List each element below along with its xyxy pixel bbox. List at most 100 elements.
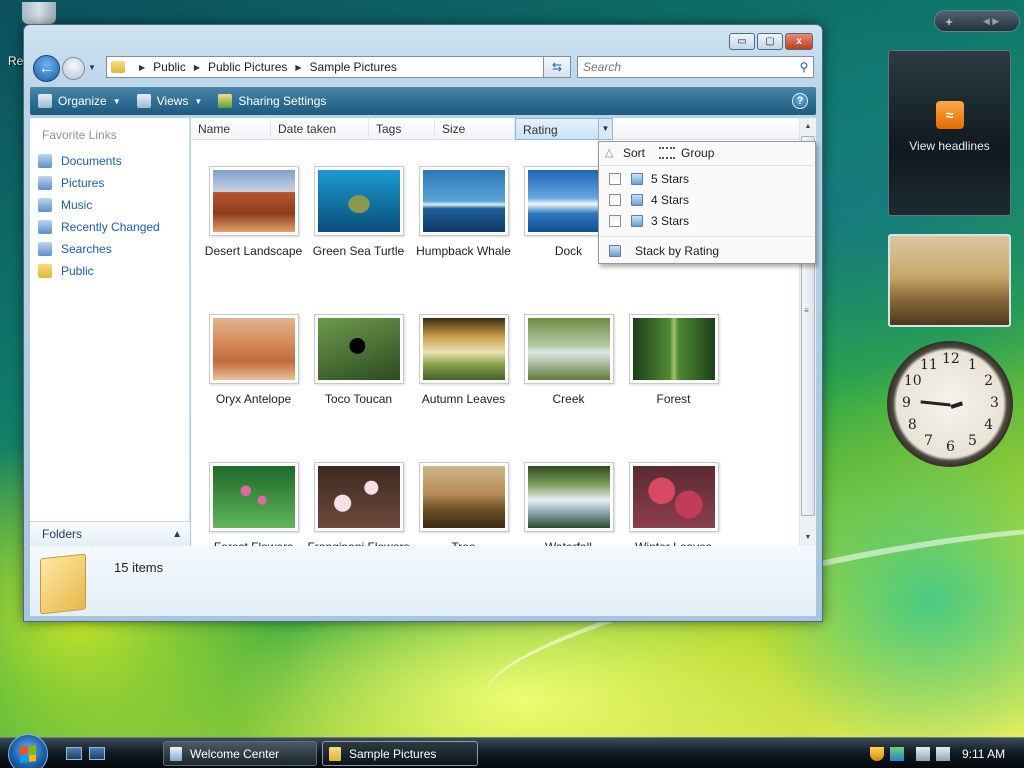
folder-icon — [329, 746, 341, 761]
sidebar-item-pictures[interactable]: Pictures — [30, 172, 189, 194]
clock-time[interactable]: 9:11 AM — [962, 747, 1005, 761]
history-dropdown-icon[interactable]: ▼ — [88, 63, 96, 72]
security-shield-icon[interactable] — [870, 746, 884, 761]
close-button[interactable]: x — [785, 33, 813, 50]
file-name-label: Humpback Whale — [416, 244, 511, 258]
filter-checkbox[interactable] — [609, 215, 621, 227]
chevron-up-icon: ▲ — [172, 528, 182, 540]
column-filter-dropdown-icon[interactable]: ▼ — [598, 119, 612, 139]
windows-sidebar-icon[interactable] — [890, 746, 904, 761]
file-tile[interactable]: Waterfall — [516, 462, 621, 546]
organize-button[interactable]: Organize ▼ — [30, 87, 129, 115]
file-thumbnail[interactable] — [628, 462, 719, 532]
file-tile[interactable]: Autumn Leaves — [411, 314, 516, 462]
search-input[interactable] — [578, 60, 795, 74]
start-button[interactable] — [8, 734, 48, 768]
add-gadget-button[interactable]: + — [935, 14, 963, 29]
clock-gadget[interactable]: 12 1 2 3 4 5 6 7 8 9 10 11 — [887, 341, 1013, 467]
music-icon — [38, 198, 52, 212]
sidebar-item-public[interactable]: Public — [30, 260, 189, 282]
sidebar-item-recently-changed[interactable]: Recently Changed — [30, 216, 189, 238]
network-icon[interactable] — [916, 746, 930, 761]
search-icon[interactable]: ⚲ — [795, 60, 813, 74]
file-thumbnail[interactable] — [313, 462, 404, 532]
file-tile[interactable]: Forest — [621, 314, 726, 462]
file-tile[interactable]: Oryx Antelope — [201, 314, 306, 462]
file-tile[interactable]: Frangipani Flowers — [306, 462, 411, 546]
gadget-nav-arrows[interactable]: ◀ ▶ — [963, 16, 1019, 27]
file-thumbnail[interactable] — [208, 462, 299, 532]
scroll-up-icon[interactable]: ▲ — [800, 118, 816, 135]
scroll-down-icon[interactable]: ▼ — [800, 529, 816, 546]
filter-checkbox[interactable] — [609, 173, 621, 185]
volume-muted-icon[interactable] — [936, 746, 950, 761]
folders-toggle[interactable]: Folders ▲ — [30, 521, 190, 546]
file-thumbnail[interactable] — [418, 314, 509, 384]
file-thumbnail[interactable] — [628, 314, 719, 384]
taskbar-item-welcome-center[interactable]: Welcome Center — [163, 741, 317, 766]
column-date-taken[interactable]: Date taken — [271, 118, 369, 140]
sidebar-item-documents[interactable]: Documents — [30, 150, 189, 172]
filter-option-4-stars[interactable]: 4 Stars — [599, 190, 689, 210]
breadcrumb-chevron-icon[interactable]: ▶ — [295, 63, 301, 72]
file-tile[interactable]: Green Sea Turtle — [306, 166, 411, 314]
maximize-button[interactable]: ▢ — [757, 33, 783, 50]
sharing-settings-button[interactable]: Sharing Settings — [210, 87, 334, 115]
file-thumbnail[interactable] — [313, 314, 404, 384]
back-button[interactable]: ← — [33, 55, 60, 82]
address-bar[interactable]: ▶ Public ▶ Public Pictures ▶ Sample Pict… — [106, 56, 570, 78]
file-name-label: Oryx Antelope — [215, 392, 292, 406]
file-tile[interactable]: Forest Flowers — [201, 462, 306, 546]
group-menu-item[interactable]: Group — [681, 146, 714, 160]
file-tile[interactable]: Humpback Whale — [411, 166, 516, 314]
views-icon — [136, 94, 151, 108]
view-headlines-label[interactable]: View headlines — [909, 139, 990, 153]
breadcrumb-sample-pictures[interactable]: Sample Pictures — [310, 60, 397, 74]
favorite-links-header: Favorite Links — [42, 128, 117, 142]
breadcrumb-public-pictures[interactable]: Public Pictures — [208, 60, 287, 74]
file-tile[interactable]: Winter Leaves — [621, 462, 726, 546]
column-name[interactable]: Name — [191, 118, 271, 140]
recycle-bin-icon[interactable] — [22, 2, 56, 24]
feed-headlines-gadget[interactable]: ≈ View headlines — [888, 50, 1011, 216]
show-desktop-icon[interactable] — [66, 747, 82, 760]
forward-button[interactable] — [62, 57, 85, 80]
file-tile[interactable]: Toco Toucan — [306, 314, 411, 462]
filter-option-5-stars[interactable]: 5 Stars — [599, 169, 689, 189]
minimize-button[interactable]: ▭ — [729, 33, 755, 50]
filter-checkbox[interactable] — [609, 194, 621, 206]
file-thumbnail[interactable] — [313, 166, 404, 236]
file-tile[interactable]: Creek — [516, 314, 621, 462]
file-tile[interactable]: Desert Landscape — [201, 166, 306, 314]
column-tags[interactable]: Tags — [369, 118, 435, 140]
file-thumbnail[interactable] — [208, 166, 299, 236]
filter-option-3-stars[interactable]: 3 Stars — [599, 211, 689, 231]
stack-by-rating-item[interactable]: Stack by Rating — [599, 241, 719, 261]
desktop-icon-label[interactable]: Re — [8, 54, 23, 68]
file-thumbnail[interactable] — [418, 166, 509, 236]
sort-menu-item[interactable]: Sort — [623, 146, 645, 160]
taskbar-item-sample-pictures[interactable]: Sample Pictures — [322, 741, 478, 766]
file-name-label: Desert Landscape — [204, 244, 303, 258]
views-button[interactable]: Views ▼ — [129, 87, 211, 115]
file-thumbnail[interactable] — [523, 462, 614, 532]
switch-windows-icon[interactable] — [89, 747, 105, 760]
breadcrumb-chevron-icon[interactable]: ▶ — [139, 63, 145, 72]
sidebar-item-searches[interactable]: Searches — [30, 238, 189, 260]
stack-icon — [631, 215, 643, 227]
file-thumbnail[interactable] — [418, 462, 509, 532]
file-tile[interactable]: Tree — [411, 462, 516, 546]
help-button[interactable]: ? — [792, 93, 808, 109]
column-rating[interactable]: Rating ▼ — [515, 118, 613, 140]
documents-icon — [38, 154, 52, 168]
menu-separator — [601, 165, 813, 166]
refresh-button[interactable]: ⇆ — [543, 56, 571, 78]
thumbnail-image — [317, 318, 400, 380]
sidebar-item-music[interactable]: Music — [30, 194, 189, 216]
file-thumbnail[interactable] — [208, 314, 299, 384]
slideshow-gadget[interactable] — [888, 234, 1011, 327]
file-thumbnail[interactable] — [523, 314, 614, 384]
breadcrumb-chevron-icon[interactable]: ▶ — [194, 63, 200, 72]
breadcrumb-public[interactable]: Public — [153, 60, 186, 74]
column-size[interactable]: Size — [435, 118, 515, 140]
